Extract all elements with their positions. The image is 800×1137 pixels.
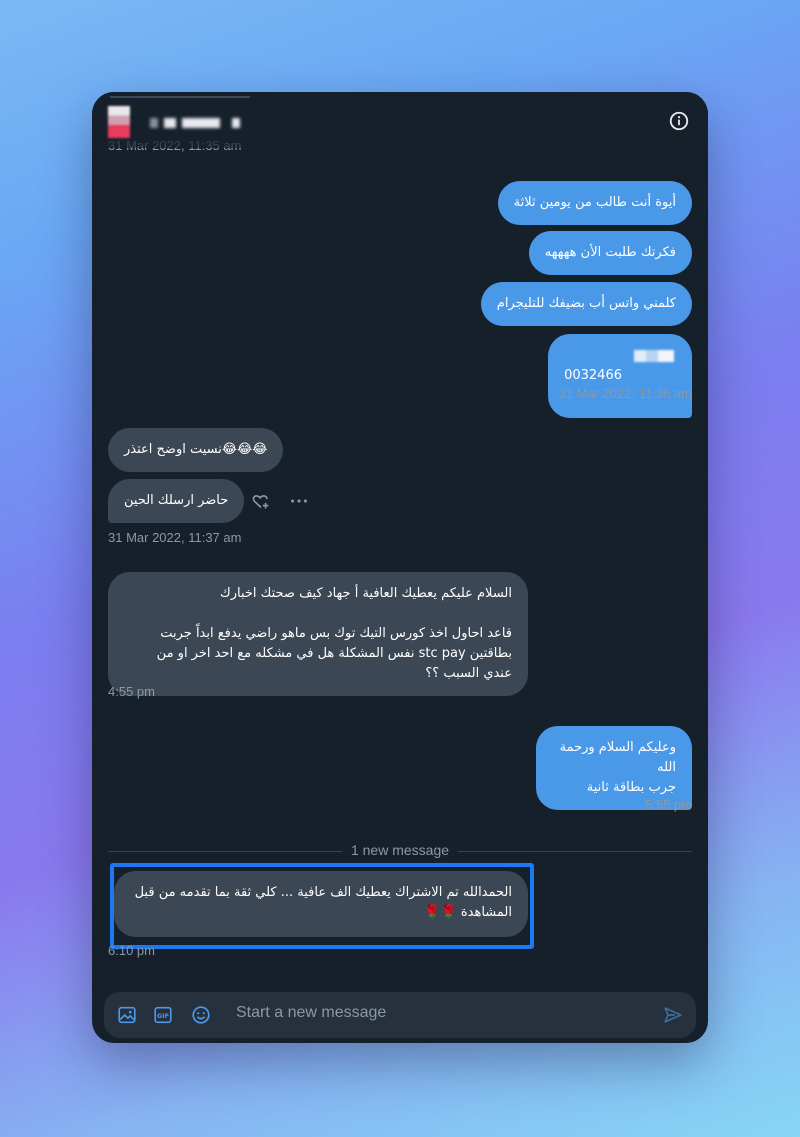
highlight-box — [110, 863, 534, 949]
send-icon[interactable] — [662, 1004, 684, 1026]
outgoing-message[interactable]: فكرتك طلبت الأن ههههه — [528, 231, 692, 275]
header-divider — [110, 96, 250, 98]
message-timestamp: 6:10 pm — [108, 943, 155, 958]
incoming-message[interactable]: حاضر ارسلك الحين — [108, 479, 245, 523]
info-icon[interactable] — [668, 110, 690, 132]
more-icon[interactable] — [288, 490, 310, 512]
outgoing-message[interactable]: كلمني واتس أب بضيفك للتليجرام — [480, 282, 692, 326]
redacted-name — [150, 118, 158, 128]
new-message-label: 1 new message — [342, 842, 458, 858]
avatar[interactable] — [108, 106, 130, 138]
redacted-name — [182, 118, 220, 128]
message-timestamp: 5:55 pm — [645, 797, 692, 812]
incoming-message[interactable]: السلام عليكم يعطيك العافية أ جهاد كيف صح… — [108, 572, 528, 696]
message-timestamp: 4:55 pm — [108, 684, 155, 699]
message-text: 0032466 — [564, 368, 622, 383]
dm-conversation-window: 31 Mar 2022, 11:35 am أيوة أنت طالب من ي… — [92, 92, 708, 1043]
redacted-name — [164, 118, 176, 128]
incoming-message[interactable]: 😂😂😂نسيت اوضح اعتذر — [108, 428, 284, 472]
outgoing-message[interactable]: 0032466 — [548, 334, 692, 418]
heart-plus-icon[interactable] — [250, 490, 272, 512]
message-composer: GIF Start a new message — [104, 992, 696, 1038]
message-timestamp: 31 Mar 2022, 11:37 am — [108, 530, 242, 545]
redacted-name — [232, 118, 240, 128]
message-input[interactable]: Start a new message — [236, 1004, 386, 1022]
gif-icon[interactable]: GIF — [152, 1004, 174, 1026]
conversation-header — [92, 92, 708, 148]
redacted-number — [634, 350, 674, 362]
outgoing-message[interactable]: أيوة أنت طالب من يومين ثلاثة — [497, 181, 692, 225]
message-timestamp: 31 Mar 2022, 11:36 am — [558, 386, 692, 401]
svg-text:GIF: GIF — [157, 1012, 169, 1020]
emoji-icon[interactable] — [190, 1004, 212, 1026]
image-icon[interactable] — [116, 1004, 138, 1026]
